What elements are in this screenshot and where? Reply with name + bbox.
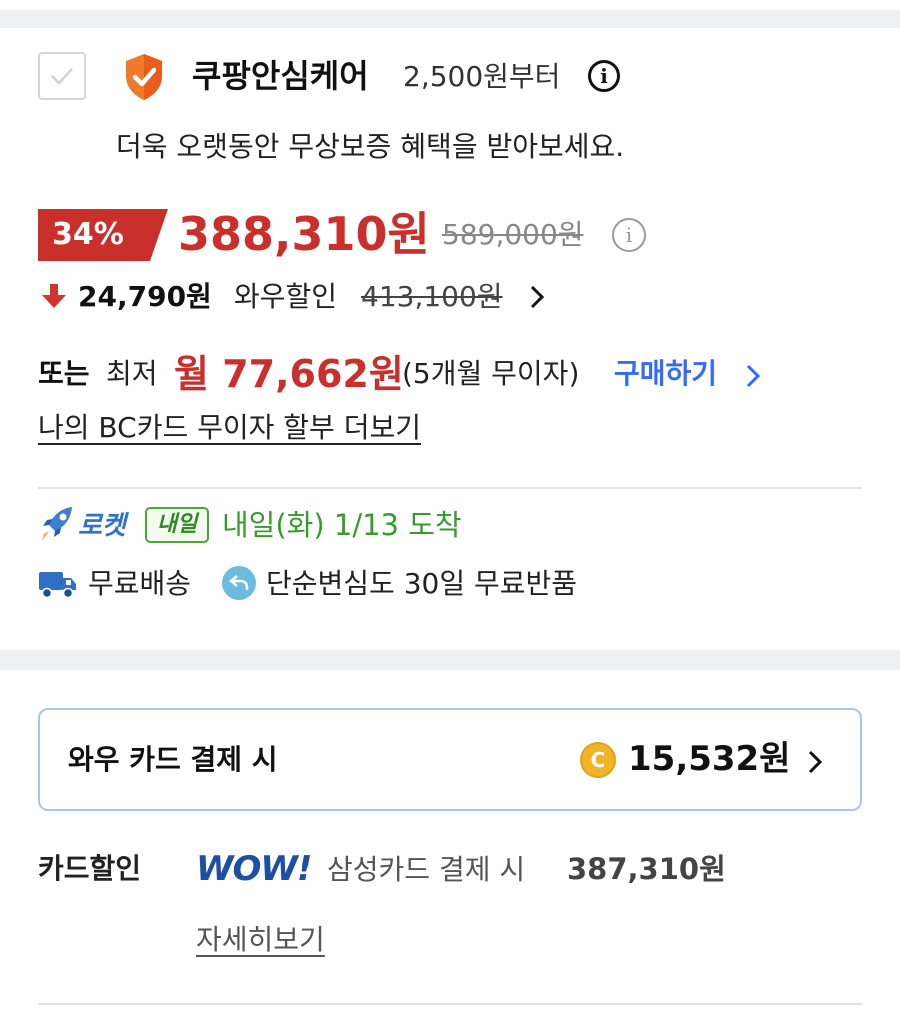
care-price: 2,500원부터 <box>403 60 561 93</box>
return-icon <box>222 566 256 600</box>
wow-discount-amount: 24,790원 <box>78 280 212 313</box>
chevron-right-icon[interactable] <box>528 283 546 311</box>
bc-card-installment-link[interactable]: 나의 BC카드 무이자 할부 더보기 <box>38 406 421 450</box>
detail-link[interactable]: 자세히보기 <box>196 918 325 962</box>
return-policy: 단순변심도 30일 무료반품 <box>266 567 578 600</box>
coin-icon: C <box>580 742 616 778</box>
divider <box>38 487 862 489</box>
samsung-card-price: 387,310원 <box>567 852 726 886</box>
shield-check-icon <box>126 54 162 100</box>
chevron-right-icon <box>808 750 823 774</box>
wow-logo: WOW! <box>196 849 312 889</box>
sale-price: 388,310원 <box>178 207 430 261</box>
wow-card-label: 와우 카드 결제 시 <box>68 743 278 776</box>
wow-card-amount: 15,532원 <box>628 739 791 779</box>
chevron-right-icon[interactable] <box>744 362 762 390</box>
down-arrow-icon <box>42 284 66 308</box>
installment-prefix: 또는 <box>38 357 90 390</box>
top-spacer <box>0 0 900 28</box>
discount-badge: 34% <box>38 209 168 261</box>
wow-discount-label: 와우할인 <box>234 280 338 313</box>
rocket-label: 로켓 <box>78 511 126 541</box>
care-description: 더욱 오랫동안 무상보증 혜택을 받아보세요. <box>116 130 625 163</box>
info-icon[interactable]: i <box>588 60 620 92</box>
tomorrow-badge: 내일 <box>145 507 209 543</box>
section-separator <box>0 650 900 670</box>
installment-lowest: 최저 <box>106 357 158 390</box>
truck-icon <box>39 572 76 599</box>
free-shipping: 무료배송 <box>88 567 192 600</box>
rocket-icon <box>40 507 72 541</box>
care-checkbox[interactable] <box>38 52 86 100</box>
checkbox-check-icon <box>51 68 73 85</box>
buy-button[interactable]: 구매하기 <box>614 348 717 400</box>
wow-original-price: 413,100원 <box>361 280 503 313</box>
product-price-section <box>0 28 900 650</box>
wow-card-benefit[interactable]: 와우 카드 결제 시 C 15,532원 <box>38 708 862 811</box>
samsung-card-text: 삼성카드 결제 시 <box>327 853 526 886</box>
divider <box>38 1003 862 1005</box>
original-price: 589,000원 <box>442 218 584 251</box>
care-title: 쿠팡안심케어 <box>192 57 369 95</box>
section-separator <box>0 10 900 28</box>
delivery-date: 내일(화) 1/13 도착 <box>222 508 462 542</box>
card-discount-label: 카드할인 <box>38 852 142 885</box>
monthly-payment: 월 77,662원 <box>174 352 404 396</box>
installment-terms: (5개월 무이자) <box>402 357 580 390</box>
info-icon[interactable]: i <box>612 218 646 252</box>
